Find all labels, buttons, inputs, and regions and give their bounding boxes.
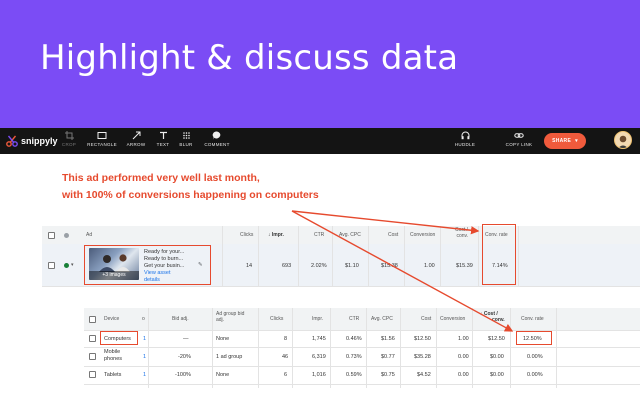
- annotation-arrows-layer: [291, 210, 514, 332]
- annotation-arrow-to-ad-conv-rate[interactable]: [291, 210, 480, 235]
- annotation-arrow-to-computers-conv-rate[interactable]: [291, 210, 514, 332]
